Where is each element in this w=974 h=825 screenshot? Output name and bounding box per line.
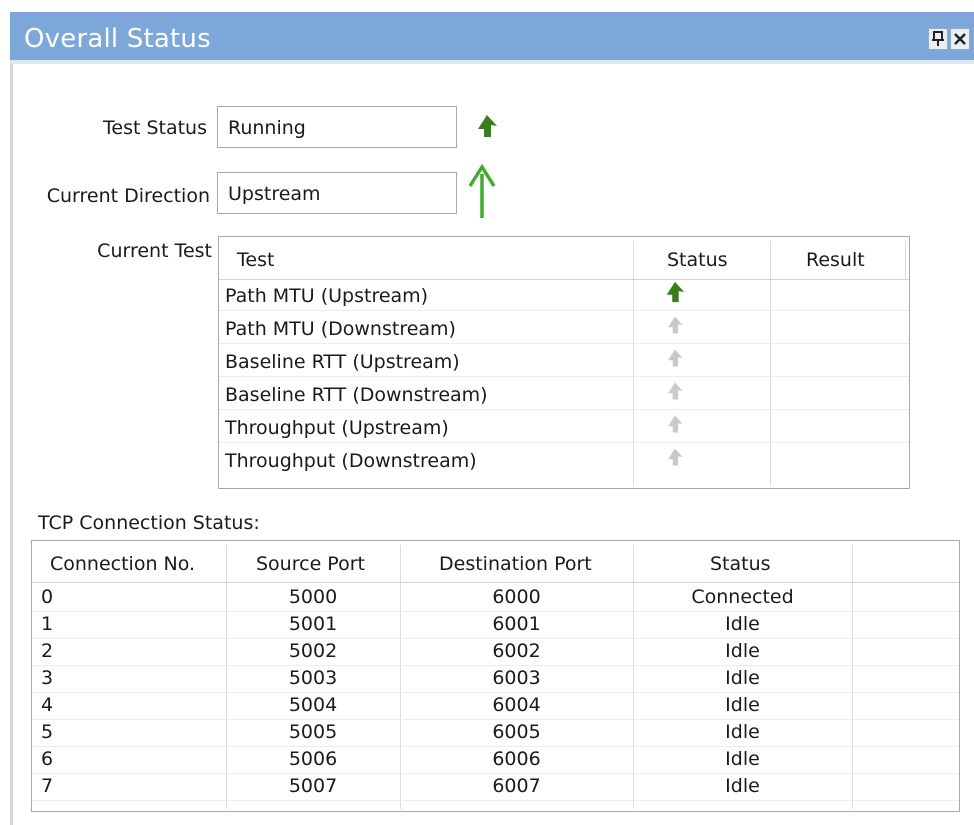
- test-status-field: Running: [217, 106, 457, 148]
- source-port-cell: 5004: [288, 694, 338, 716]
- destination-port-cell: 6000: [492, 586, 541, 608]
- pin-icon: [932, 31, 944, 46]
- source-port-cell: 5000: [288, 586, 338, 608]
- source-port-cell: 5001: [288, 613, 338, 635]
- connection-no-cell: 6: [41, 748, 54, 770]
- connection-no-cell: 2: [41, 640, 54, 662]
- tcp-connection-grid: Connection No. Source Port Destination P…: [31, 540, 960, 812]
- pending-arrow-icon: [668, 382, 683, 400]
- upstream-arrow-icon: [468, 164, 496, 218]
- column-header-test[interactable]: Test: [237, 249, 274, 271]
- test-row-name: Path MTU (Downstream): [225, 318, 456, 340]
- connection-no-cell: 0: [41, 586, 54, 608]
- current-direction-label: Current Direction: [46, 185, 210, 207]
- pending-arrow-icon: [668, 415, 683, 433]
- connection-no-cell: 4: [41, 694, 54, 716]
- destination-port-cell: 6002: [492, 640, 541, 662]
- connection-status-cell: Connected: [691, 586, 794, 608]
- test-row-name: Throughput (Downstream): [225, 450, 477, 472]
- connection-no-cell: 7: [41, 775, 54, 797]
- test-row-name: Throughput (Upstream): [225, 417, 449, 439]
- connection-status-cell: Idle: [725, 667, 760, 689]
- connection-no-cell: 3: [41, 667, 54, 689]
- pin-button[interactable]: [928, 28, 948, 50]
- column-header-destination-port[interactable]: Destination Port: [439, 553, 592, 575]
- test-row-name: Baseline RTT (Upstream): [225, 351, 460, 373]
- source-port-cell: 5007: [288, 775, 338, 797]
- column-header-status[interactable]: Status: [710, 553, 771, 575]
- destination-port-cell: 6005: [492, 721, 541, 743]
- test-status-label: Test Status: [103, 117, 207, 139]
- current-direction-field: Upstream: [217, 172, 457, 214]
- connection-status-cell: Idle: [725, 640, 760, 662]
- connection-status-cell: Idle: [725, 721, 760, 743]
- test-row-name: Baseline RTT (Downstream): [225, 384, 488, 406]
- column-header-result[interactable]: Result: [806, 249, 865, 271]
- connection-no-cell: 5: [41, 721, 54, 743]
- source-port-cell: 5002: [288, 640, 338, 662]
- title-bar: Overall Status: [10, 12, 974, 64]
- running-arrow-icon: [478, 115, 497, 137]
- column-header-status[interactable]: Status: [667, 249, 728, 271]
- tcp-connection-status-label: TCP Connection Status:: [38, 512, 260, 534]
- connection-no-cell: 1: [41, 613, 54, 635]
- destination-port-cell: 6003: [492, 667, 541, 689]
- current-test-grid: Test Status Result Path MTU (Upstream) P…: [218, 236, 910, 489]
- destination-port-cell: 6006: [492, 748, 541, 770]
- pending-arrow-icon: [668, 448, 683, 466]
- column-header-connection-no[interactable]: Connection No.: [50, 553, 195, 575]
- destination-port-cell: 6001: [492, 613, 541, 635]
- destination-port-cell: 6004: [492, 694, 541, 716]
- connection-status-cell: Idle: [725, 748, 760, 770]
- pending-arrow-icon: [668, 316, 683, 334]
- close-button[interactable]: [950, 28, 970, 50]
- running-arrow-icon: [666, 281, 685, 303]
- close-icon: [954, 33, 966, 45]
- destination-port-cell: 6007: [492, 775, 541, 797]
- source-port-cell: 5003: [288, 667, 338, 689]
- connection-status-cell: Idle: [725, 613, 760, 635]
- window-title: Overall Status: [24, 24, 211, 54]
- connection-status-cell: Idle: [725, 694, 760, 716]
- current-test-label: Current Test: [97, 240, 212, 262]
- column-header-source-port[interactable]: Source Port: [256, 553, 365, 575]
- pending-arrow-icon: [668, 349, 683, 367]
- test-row-name: Path MTU (Upstream): [225, 285, 429, 307]
- connection-status-cell: Idle: [725, 775, 760, 797]
- source-port-cell: 5005: [288, 721, 338, 743]
- source-port-cell: 5006: [288, 748, 338, 770]
